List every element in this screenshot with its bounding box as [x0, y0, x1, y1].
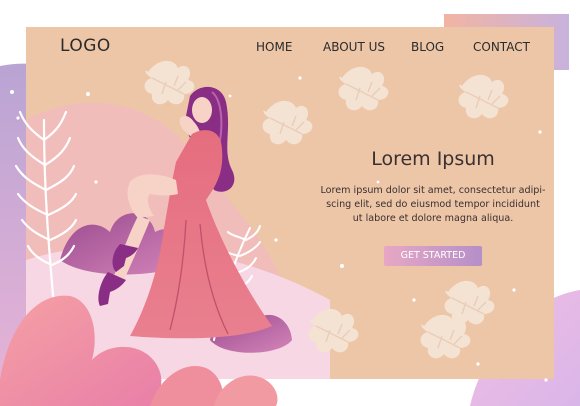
nav-home[interactable]: HOME [256, 40, 292, 54]
hero-title: Lorem Ipsum [371, 148, 495, 170]
hero-description-line: scing elit, sed do eiusmod tempor incidi… [326, 199, 540, 210]
get-started-button[interactable]: GET STARTED [384, 246, 482, 266]
hero-description-line: Lorem ipsum dolor sit amet, consectetur … [320, 185, 546, 196]
face [192, 97, 212, 123]
hero-description-line: ut labore et dolore magna aliqua. [352, 213, 514, 224]
nav-blog[interactable]: BLOG [411, 40, 444, 54]
pink-leaf-right [214, 375, 278, 406]
nav-contact[interactable]: CONTACT [473, 40, 530, 54]
nav-about-us[interactable]: ABOUT US [323, 40, 385, 54]
hero-description: Lorem ipsum dolor sit amet, consectetur … [318, 184, 548, 226]
logo[interactable]: LOGO [60, 36, 111, 56]
